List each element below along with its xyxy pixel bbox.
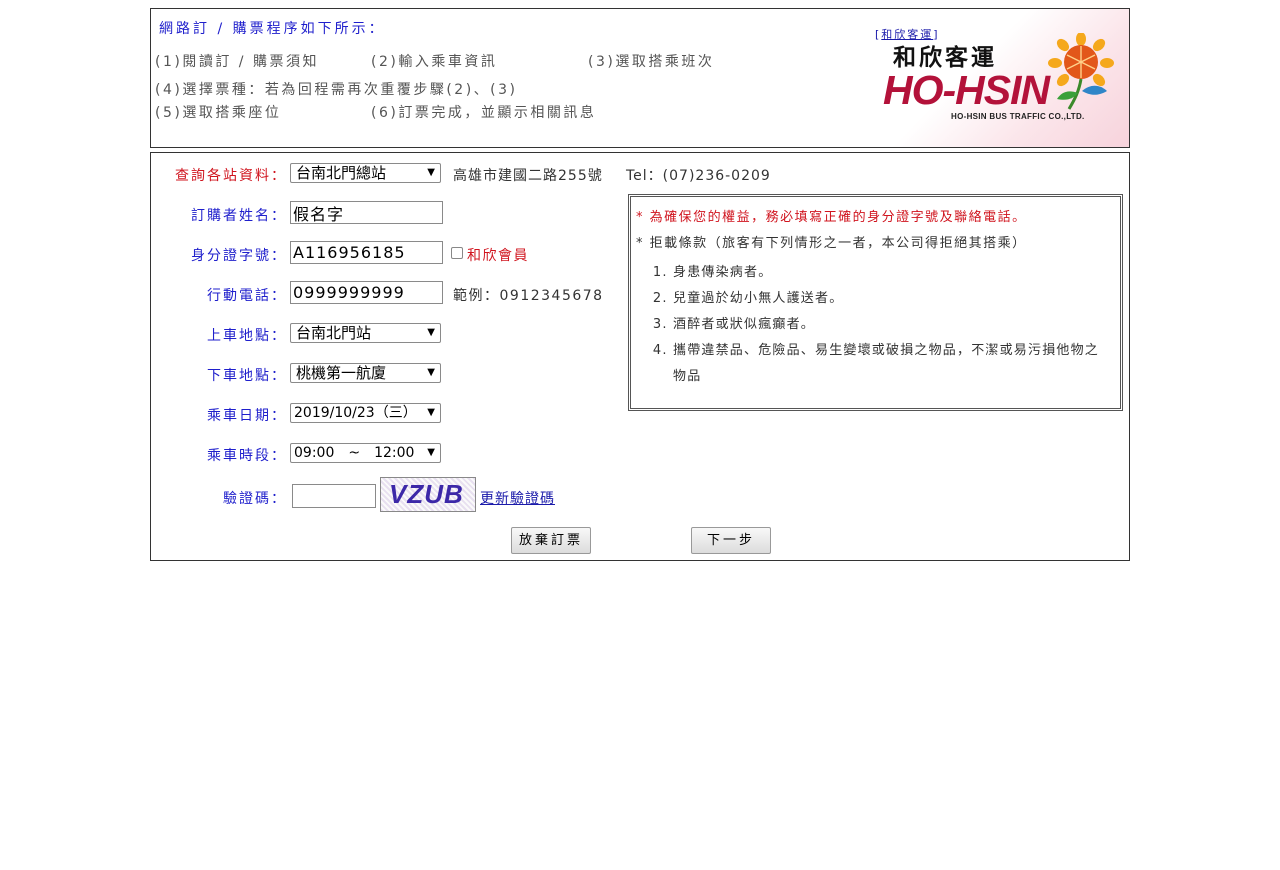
alighting-select[interactable]: 桃機第一航廈 ▼ xyxy=(290,363,441,383)
chevron-down-icon: ▼ xyxy=(427,407,435,418)
time-value: 09:00 ~ 12:00 xyxy=(294,445,415,461)
logo-subtitle: HO-HSIN BUS TRAFFIC CO.,LTD. xyxy=(951,112,1085,121)
boarding-label: 上車地點： xyxy=(207,328,287,344)
member-label: 和欣會員 xyxy=(467,248,529,264)
chevron-down-icon: ▼ xyxy=(427,167,435,178)
chevron-down-icon: ▼ xyxy=(427,327,435,338)
refresh-captcha-link[interactable]: 更新驗證碼 xyxy=(480,488,555,508)
sunflower-logo-icon xyxy=(1048,33,1114,110)
step-5: (5)選取搭乘座位 xyxy=(155,105,282,121)
refusal-rules-list: 身患傳染病者。 兒童過於幼小無人護送者。 酒醉者或狀似瘋癲者。 攜帶違禁品、危險… xyxy=(631,260,1113,390)
refusal-rule: 身患傳染病者。 xyxy=(673,260,1113,286)
step-2: (2)輸入乘車資訊 xyxy=(371,54,498,70)
time-label: 乘車時段： xyxy=(207,448,287,464)
id-number-label: 身分證字號： xyxy=(191,248,287,264)
time-select[interactable]: 09:00 ~ 12:00 ▼ xyxy=(290,443,441,463)
notice-warning: * 為確保您的權益，務必填寫正確的身分證字號及聯絡電話。 xyxy=(636,210,1027,225)
alighting-label: 下車地點： xyxy=(207,368,287,384)
date-select[interactable]: 2019/10/23（三） ▼ xyxy=(290,403,441,423)
refusal-rule: 攜帶違禁品、危險品、易生變壞或破損之物品，不潔或易污損他物之物品 xyxy=(673,338,1113,390)
captcha-image: VZUB xyxy=(380,477,476,512)
mobile-label: 行動電話： xyxy=(207,288,287,304)
captcha-image-text: VZUB xyxy=(389,479,464,509)
step-1: (1)閱讀訂 / 購票須知 xyxy=(155,54,319,70)
boarding-value: 台南北門站 xyxy=(296,324,372,342)
cancel-booking-button[interactable]: 放棄訂票 xyxy=(511,527,591,554)
chevron-down-icon: ▼ xyxy=(427,367,435,378)
alighting-value: 桃機第一航廈 xyxy=(296,364,387,382)
next-step-button[interactable]: 下一步 xyxy=(691,527,771,554)
company-logo: [和欣客運] 和欣客運 HO-HSIN HO-HSIN BUS TRAFFIC … xyxy=(871,9,1129,147)
captcha-input[interactable] xyxy=(292,484,376,508)
name-label: 訂購者姓名： xyxy=(191,208,287,224)
station-info-label: 查詢各站資料： xyxy=(175,168,287,184)
booking-form: 查詢各站資料： 台南北門總站 ▼ 高雄市建國二路255號 Tel：(07)236… xyxy=(150,152,1130,561)
id-number-input[interactable] xyxy=(290,241,443,264)
station-info-select[interactable]: 台南北門總站 ▼ xyxy=(290,163,441,183)
step-4: (4)選擇票種：若為回程需再次重覆步驟(2)、(3) xyxy=(155,82,518,98)
chevron-down-icon: ▼ xyxy=(427,447,435,458)
refusal-title: * 拒載條款（旅客有下列情形之一者，本公司得拒絕其搭乘） xyxy=(636,236,1027,251)
boarding-select[interactable]: 台南北門站 ▼ xyxy=(290,323,441,343)
mobile-example: 範例：0912345678 xyxy=(453,288,604,304)
station-address: 高雄市建國二路255號 xyxy=(453,168,603,184)
member-checkbox[interactable] xyxy=(451,247,463,259)
step-3: (3)選取搭乘班次 xyxy=(588,54,715,70)
refusal-rule: 兒童過於幼小無人護送者。 xyxy=(673,286,1113,312)
refusal-rule: 酒醉者或狀似瘋癲者。 xyxy=(673,312,1113,338)
procedure-panel: 網路訂 / 購票程序如下所示： (1)閱讀訂 / 購票須知 (2)輸入乘車資訊 … xyxy=(150,8,1130,148)
date-label: 乘車日期： xyxy=(207,408,287,424)
station-tel: Tel：(07)236-0209 xyxy=(626,168,771,184)
notice-box: * 為確保您的權益，務必填寫正確的身分證字號及聯絡電話。 * 拒載條款（旅客有下… xyxy=(628,194,1123,411)
procedure-title: 網路訂 / 購票程序如下所示： xyxy=(159,21,386,37)
captcha-label: 驗證碼： xyxy=(223,491,287,507)
logo-english-name: HO-HSIN xyxy=(883,67,1050,113)
step-6: (6)訂票完成，並顯示相關訊息 xyxy=(371,105,597,121)
mobile-input[interactable] xyxy=(290,281,443,304)
station-info-value: 台南北門總站 xyxy=(296,164,387,182)
name-input[interactable] xyxy=(290,201,443,224)
date-value: 2019/10/23（三） xyxy=(294,405,417,421)
